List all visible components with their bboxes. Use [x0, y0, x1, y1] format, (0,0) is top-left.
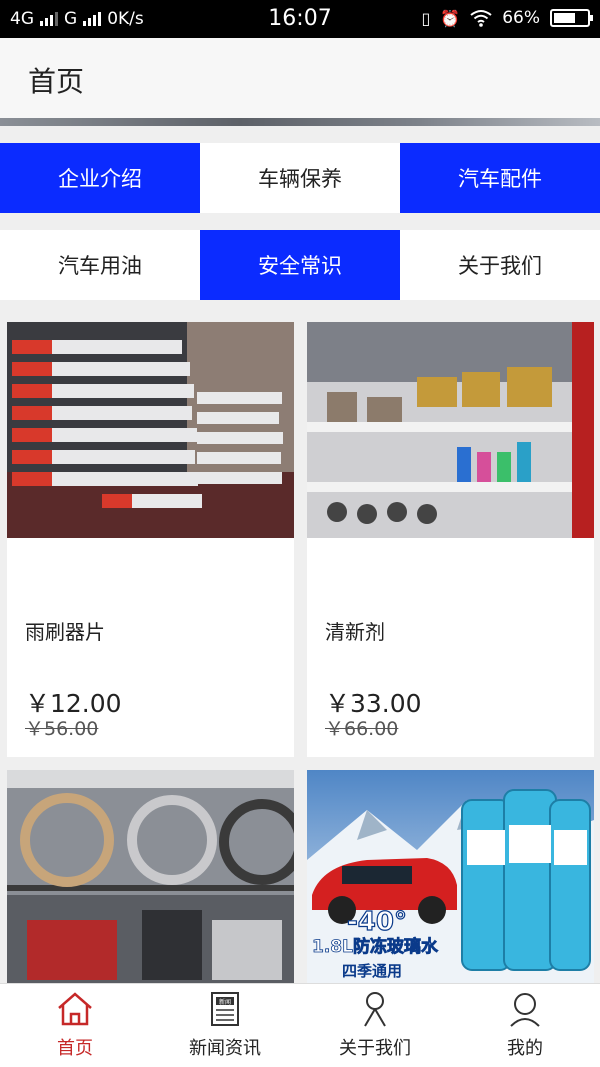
page-title: 首页: [28, 65, 85, 98]
product-image-antifreeze: -40° 1.8L防冻玻璃水 四季通用: [307, 770, 594, 983]
battery-icon: [550, 9, 593, 27]
tab-news[interactable]: 新闻 新闻资讯: [150, 984, 300, 1067]
ad-text-line1: 1.8L防冻玻璃水: [312, 936, 439, 957]
product-image-freshener: [307, 322, 594, 538]
home-icon: [58, 992, 92, 1026]
product-old-price: ￥66.00: [325, 718, 399, 740]
title-bar: 首页: [0, 38, 600, 118]
product-image-wiper: [7, 322, 294, 538]
alarm-icon: ⏰: [440, 8, 461, 28]
product-card[interactable]: -40° 1.8L防冻玻璃水 四季通用: [307, 770, 594, 990]
tab-label: 我的: [507, 1038, 543, 1059]
user-icon: [510, 993, 540, 1027]
tab-label: 关于我们: [339, 1038, 411, 1059]
person-icon: [364, 992, 386, 1027]
tab-about[interactable]: 关于我们: [300, 984, 450, 1067]
wifi-icon: [470, 10, 492, 27]
product-card[interactable]: 雨刷器片 ￥12.00 ￥56.00: [7, 322, 294, 757]
category-nav-row-1: 企业介绍 车辆保养 汽车配件: [0, 143, 600, 213]
tab-home[interactable]: 首页: [0, 984, 150, 1067]
nav-vehicle-maintenance[interactable]: 车辆保养: [200, 143, 400, 213]
nav-auto-parts[interactable]: 汽车配件: [400, 143, 600, 213]
ad-text-line2: 四季通用: [342, 962, 402, 980]
battery-fill: [554, 13, 575, 23]
vibrate-icon: ▯: [421, 8, 431, 28]
nav-about-us[interactable]: 关于我们: [400, 230, 600, 300]
status-right: ▯ ⏰ 66%: [421, 8, 593, 28]
banner-image[interactable]: [0, 118, 600, 126]
product-image-steering-cover: [7, 770, 294, 983]
tab-mine[interactable]: 我的: [450, 984, 600, 1067]
nav-company-intro[interactable]: 企业介绍: [0, 143, 200, 213]
product-name: 雨刷器片: [25, 620, 105, 644]
status-bar: 4G G 0K/s 16:07 ▯ ⏰ 66%: [0, 0, 600, 38]
product-card[interactable]: [7, 770, 294, 990]
product-card[interactable]: 清新剂 ￥33.00 ￥66.00: [307, 322, 594, 757]
nav-safety-knowledge[interactable]: 安全常识: [200, 230, 400, 300]
product-name: 清新剂: [325, 620, 385, 644]
bottom-tab-bar: 首页 新闻 新闻资讯 关于我们 我的: [0, 983, 600, 1067]
battery-percent: 66%: [502, 8, 540, 28]
tab-label: 新闻资讯: [189, 1038, 261, 1059]
ad-text-temp: -40°: [347, 907, 407, 937]
tab-label: 首页: [57, 1038, 93, 1059]
news-icon-text: 新闻: [219, 998, 231, 1006]
news-icon: 新闻: [211, 992, 239, 1026]
category-nav-row-2: 汽车用油 安全常识 关于我们: [0, 230, 600, 300]
nav-auto-oil[interactable]: 汽车用油: [0, 230, 200, 300]
product-old-price: ￥56.00: [25, 718, 99, 740]
